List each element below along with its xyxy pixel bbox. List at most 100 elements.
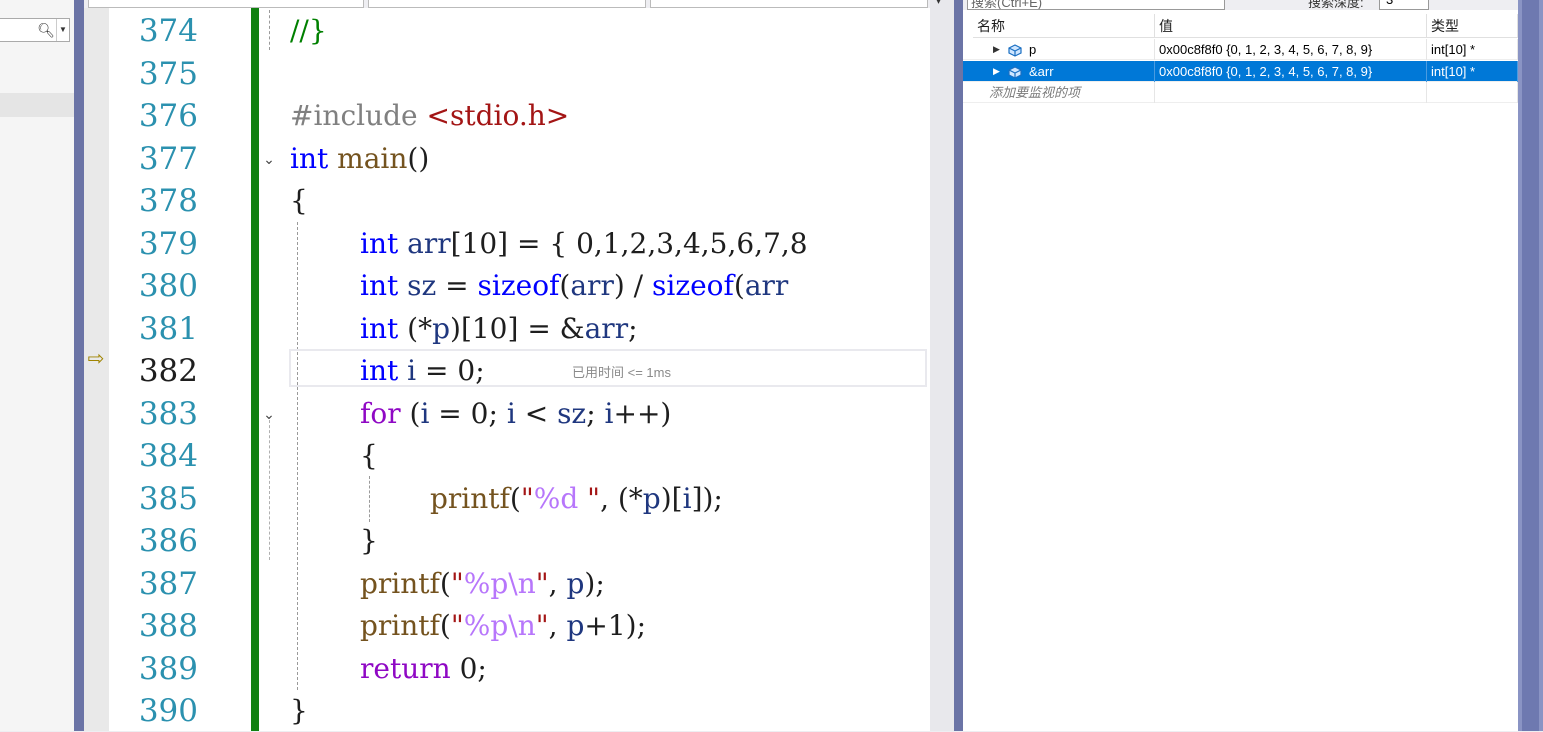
watch-cell-type: int[10] * (1427, 39, 1518, 60)
line-number: 376 (138, 98, 198, 134)
code-token: { (360, 439, 378, 472)
code-token: arr (584, 311, 629, 345)
code-token: sizeof (652, 269, 734, 302)
watch-add-item-placeholder[interactable]: 添加要监视的项 (973, 82, 1154, 103)
code-token: " (450, 609, 464, 642)
code-token: " (520, 481, 534, 515)
code-line[interactable]: int arr[10] = { 0,1,2,3,4,5,6,7,8 (290, 223, 930, 265)
fold-chevron-icon[interactable]: ⌄ (262, 393, 276, 435)
watch-add-item-row[interactable]: 添加要监视的项 (963, 82, 1518, 103)
line-number: 378 (138, 183, 198, 219)
magnifier-icon[interactable]: 🔍︎ (37, 22, 55, 39)
code-token: //} (290, 14, 327, 47)
code-token: [10] = { 0,1,2,3,4,5,6,7,8 (450, 226, 808, 260)
chevron-down-icon[interactable]: ▼ (56, 19, 69, 41)
code-token: } (360, 524, 378, 557)
code-line[interactable]: { (290, 435, 930, 477)
code-line[interactable]: int main() (290, 138, 930, 180)
code-line[interactable]: } (290, 520, 930, 562)
search-depth-label: 搜索深度: (1308, 0, 1364, 10)
line-number: 374 (138, 13, 198, 49)
code-line[interactable]: return 0; (290, 648, 930, 690)
panel-divider-left[interactable] (74, 0, 84, 731)
project-dropdown[interactable] (88, 0, 364, 8)
fold-chevron-icon[interactable]: ⌄ (262, 138, 276, 180)
column-header-type[interactable]: 类型 (1427, 14, 1518, 38)
code-token: < (515, 396, 558, 430)
code-token: ( (559, 269, 571, 302)
code-line[interactable]: { (290, 180, 930, 222)
code-token: p (566, 566, 585, 600)
editor-navigation-bar (84, 0, 954, 8)
column-header-name[interactable]: 名称 (973, 14, 1155, 38)
code-line[interactable]: printf("%p\n", p); (290, 563, 930, 605)
code-token: %p\n (463, 609, 536, 642)
code-token: " (578, 481, 601, 515)
code-line[interactable]: printf("%d ", (*p)[i]); (290, 478, 930, 520)
code-token: ; (586, 396, 605, 430)
code-token: ( (439, 609, 451, 642)
watch-cell-name: ▶ &arr (973, 60, 1155, 82)
code-line[interactable]: #include <stdio.h> (290, 95, 930, 137)
watch-cell-value: 0x00c8f8f0 {0, 1, 2, 3, 4, 5, 6, 7, 8, 9… (1155, 60, 1427, 82)
code-token: arr (570, 269, 614, 302)
code-line[interactable]: //} (290, 10, 930, 52)
left-panel-selected-item[interactable] (0, 93, 74, 117)
code-token: ]); (691, 481, 723, 515)
editor-vertical-scrollbar[interactable]: ▾ (930, 0, 954, 731)
line-number: 390 (138, 693, 198, 729)
code-token: )[ (660, 481, 683, 515)
left-search-box[interactable]: 🔍︎ ▼ (0, 18, 70, 42)
scroll-arrow-icon[interactable]: ▾ (936, 0, 941, 7)
code-line[interactable]: for (i = 0; i < sz; i++) (290, 393, 930, 435)
code-token: arr (407, 226, 451, 260)
panel-divider-middle[interactable] (954, 0, 963, 731)
code-token: i (407, 354, 417, 387)
code-token: ; (628, 311, 638, 345)
code-token: ( (733, 269, 745, 302)
code-line[interactable]: printf("%p\n", p+1); (290, 605, 930, 647)
code-line[interactable]: int (*p)[10] = &arr; (290, 308, 930, 350)
code-line[interactable]: int sz = sizeof(arr) / sizeof(arr (290, 265, 930, 307)
line-number: 375 (138, 55, 198, 92)
column-header-value[interactable]: 值 (1155, 14, 1427, 38)
fold-region-line (269, 420, 270, 560)
scope-dropdown[interactable] (368, 0, 646, 8)
code-token: , (548, 566, 567, 600)
code-token: printf (430, 481, 510, 515)
code-token: for (360, 396, 401, 430)
line-number: 380 (138, 268, 198, 304)
code-token: %d (533, 481, 579, 515)
code-token: " (450, 566, 464, 600)
code-token: , (548, 609, 567, 642)
code-line[interactable]: } (290, 690, 930, 732)
code-token: p (566, 609, 585, 642)
code-token: = (436, 269, 478, 302)
expand-triangle-icon[interactable]: ▶ (993, 39, 1000, 60)
code-token: int (360, 226, 399, 260)
watch-row[interactable]: ▶ &arr 0x00c8f8f0 {0, 1, 2, 3, 4, 5, 6, 7,… (963, 60, 1518, 82)
yellow-arrow-icon: ⇨ (87, 348, 105, 370)
code-token: return (360, 651, 451, 685)
change-tracking-bar (251, 8, 259, 731)
watch-row[interactable]: ▶ p 0x00c8f8f0 {0, 1, 2, 3, 4, 5, 6, 7, 8,… (963, 39, 1518, 60)
code-token: ( (439, 566, 451, 600)
watch-cell-type: int[10] * (1427, 60, 1518, 82)
code-token: , (* (600, 481, 643, 515)
code-token: sz (407, 269, 437, 302)
watch-search-input[interactable]: 搜索(Ctrl+E) (967, 0, 1225, 10)
code-token: p (432, 311, 451, 345)
code-token: sizeof (477, 269, 560, 302)
code-line[interactable] (290, 53, 930, 95)
search-depth-dropdown[interactable]: 3 (1379, 0, 1429, 10)
line-number: 381 (138, 310, 198, 347)
expand-triangle-icon[interactable]: ▶ (993, 61, 1000, 82)
member-dropdown[interactable] (650, 0, 928, 8)
code-token: (* (398, 311, 433, 345)
code-token: main (337, 141, 408, 175)
search-depth-value: 3 (1386, 0, 1393, 7)
watch-vertical-scrollbar[interactable] (1522, 0, 1539, 731)
watch-variable-icon (1007, 64, 1023, 79)
